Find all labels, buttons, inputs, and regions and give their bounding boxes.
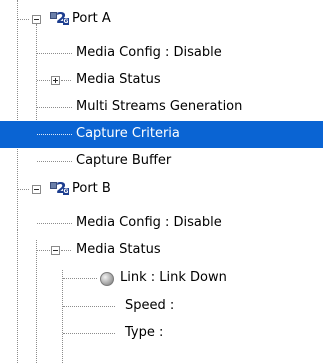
tree-connector: [37, 80, 50, 81]
port-icon: 2G: [50, 11, 69, 28]
tree-connector: [63, 333, 115, 334]
tree-node-label: Multi Streams Generation: [76, 99, 243, 114]
tree-node-label: Port B: [72, 181, 111, 196]
tree-connector: [37, 223, 72, 224]
tree-node-label: Capture Buffer: [76, 153, 172, 168]
tree-node-label: Type :: [125, 325, 164, 340]
tree-node-speed[interactable]: Speed :: [0, 293, 323, 320]
tree-connector: [37, 161, 72, 162]
tree-node-capture-criteria-a[interactable]: Capture Criteria: [0, 121, 323, 148]
tree-node-label: Link : Link Down: [120, 270, 227, 285]
tree-node-link[interactable]: Link : Link Down: [0, 265, 323, 292]
tree-node-media-config-a[interactable]: Media Config : Disable: [0, 40, 323, 67]
tree-node-capture-buffer-a[interactable]: Capture Buffer: [0, 148, 323, 175]
tree-connector: [37, 250, 50, 251]
tree-connector: [61, 80, 71, 81]
tree-node-multi-streams-a[interactable]: Multi Streams Generation: [0, 94, 323, 121]
expand-icon[interactable]: [51, 76, 60, 85]
tree-connector: [63, 278, 97, 279]
tree-node-label: Port A: [72, 11, 111, 26]
tree-node-type[interactable]: Type :: [0, 320, 323, 347]
tree-connector: [61, 250, 71, 251]
tree-connector: [37, 134, 72, 135]
tree-node-label: Media Config : Disable: [76, 215, 222, 230]
tree-view: 2G Port A Media Config : Disable Media S…: [0, 0, 323, 363]
tree-node-port-a[interactable]: 2G Port A: [0, 6, 323, 33]
collapse-icon[interactable]: [32, 15, 41, 24]
tree-node-label: Media Config : Disable: [76, 45, 222, 60]
tree-node-media-config-b[interactable]: Media Config : Disable: [0, 210, 323, 237]
tree-connector: [17, 189, 29, 190]
collapse-icon[interactable]: [51, 246, 60, 255]
tree-node-label: Media Status: [76, 242, 161, 257]
tree-connector: [37, 53, 72, 54]
tree-node-media-status-b[interactable]: Media Status: [0, 237, 323, 264]
tree-connector: [37, 107, 72, 108]
collapse-icon[interactable]: [32, 185, 41, 194]
tree-node-label: Media Status: [76, 72, 161, 87]
tree-connector: [63, 306, 115, 307]
port-icon: 2G: [50, 181, 69, 198]
gray-status-ball-icon: [100, 272, 114, 286]
tree-node-media-status-a[interactable]: Media Status: [0, 67, 323, 94]
tree-node-port-b[interactable]: 2G Port B: [0, 176, 323, 203]
tree-node-label: Capture Criteria: [76, 126, 180, 141]
tree-node-label: Speed :: [125, 298, 175, 313]
tree-connector: [17, 19, 29, 20]
